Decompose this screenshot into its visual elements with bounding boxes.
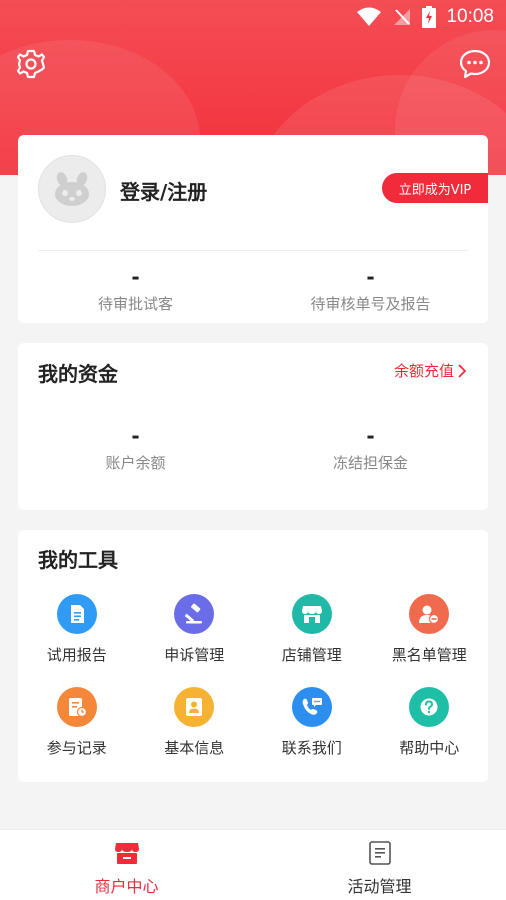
tool-label: 基本信息 — [164, 739, 225, 757]
tool-appeal-management[interactable]: 申诉管理 — [136, 594, 254, 687]
tools-card: 我的工具 试用报告 申诉管理 店铺管理 黑名单管理 参与记录 基本信息 联系我们… — [18, 530, 488, 782]
tool-participation-records[interactable]: 参与记录 — [18, 687, 136, 780]
nav-label: 商户中心 — [94, 877, 159, 896]
tool-help-center[interactable]: 帮助中心 — [371, 687, 489, 780]
report-document-icon — [56, 594, 97, 634]
tool-label: 申诉管理 — [164, 646, 225, 664]
tool-label: 帮助中心 — [399, 739, 460, 757]
tool-basic-info[interactable]: 基本信息 — [136, 687, 254, 780]
stat-label: 待审批试客 — [97, 295, 173, 313]
help-question-icon — [409, 687, 450, 727]
nav-label: 活动管理 — [347, 877, 412, 896]
stat-value: - — [131, 265, 140, 289]
divider — [38, 250, 468, 251]
tool-grid: 试用报告 申诉管理 店铺管理 黑名单管理 参与记录 基本信息 联系我们 帮助中心 — [18, 594, 488, 780]
wifi-icon — [357, 7, 382, 26]
bunny-avatar-icon — [55, 172, 89, 206]
tools-title: 我的工具 — [38, 548, 118, 572]
pending-testers-stat[interactable]: - 待审批试客 — [18, 267, 253, 314]
funds-title: 我的资金 — [38, 362, 118, 386]
stat-label: 冻结担保金 — [332, 454, 408, 472]
bottom-nav: 商户中心 活动管理 — [0, 829, 506, 900]
nav-activity-management[interactable]: 活动管理 — [253, 830, 506, 900]
status-time: 10:08 — [446, 6, 494, 27]
no-signal-icon — [394, 9, 411, 25]
battery-charging-icon — [422, 6, 437, 28]
tool-label: 参与记录 — [46, 739, 107, 757]
stat-label: 账户余额 — [105, 454, 166, 472]
tool-label: 店铺管理 — [281, 646, 342, 664]
pending-reports-stat[interactable]: - 待审核单号及报告 — [253, 267, 488, 314]
store-icon — [291, 594, 332, 634]
chat-message-icon — [459, 49, 491, 79]
tool-label: 试用报告 — [46, 646, 107, 664]
record-list-icon — [56, 687, 97, 727]
user-profile-icon — [174, 687, 215, 727]
login-register-link[interactable]: 登录/注册 — [120, 176, 207, 205]
frozen-deposit-stat: - 冻结担保金 — [253, 426, 488, 473]
tool-contact-us[interactable]: 联系我们 — [253, 687, 371, 780]
merchant-store-icon — [114, 843, 139, 864]
gavel-icon — [174, 594, 215, 634]
activity-list-icon — [368, 841, 391, 865]
tool-trial-report[interactable]: 试用报告 — [18, 594, 136, 687]
tool-label: 联系我们 — [281, 739, 342, 757]
stat-value: - — [366, 424, 375, 448]
user-block-icon — [409, 594, 450, 634]
messages-button[interactable] — [458, 48, 491, 80]
recharge-link[interactable]: 余额充值 — [394, 360, 466, 381]
tool-store-management[interactable]: 店铺管理 — [253, 594, 371, 687]
become-vip-button[interactable]: 立即成为VIP — [382, 173, 488, 203]
tool-label: 黑名单管理 — [391, 646, 467, 664]
recharge-label: 余额充值 — [393, 362, 454, 380]
tool-blacklist-management[interactable]: 黑名单管理 — [371, 594, 489, 687]
stat-label: 待审核单号及报告 — [310, 295, 431, 313]
profile-card: 登录/注册 立即成为VIP - 待审批试客 - 待审核单号及报告 — [18, 135, 488, 323]
status-bar: 10:08 — [0, 0, 506, 34]
account-balance-stat: - 账户余额 — [18, 426, 253, 473]
stat-value: - — [366, 265, 375, 289]
funds-card: 我的资金 余额充值 - 账户余额 - 冻结担保金 — [18, 343, 488, 510]
settings-button[interactable] — [15, 48, 47, 80]
settings-gear-icon — [16, 49, 46, 79]
phone-chat-icon — [291, 687, 332, 727]
nav-merchant-center[interactable]: 商户中心 — [0, 830, 253, 900]
stat-value: - — [131, 424, 140, 448]
chevron-right-icon — [458, 363, 466, 378]
avatar[interactable] — [38, 155, 106, 223]
